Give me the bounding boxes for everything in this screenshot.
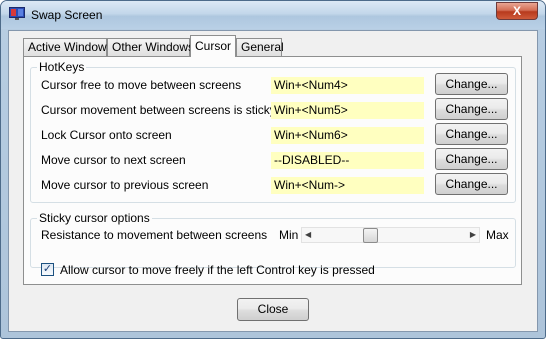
hotkey-field-lock[interactable]: Win+<Num6>	[271, 127, 424, 144]
resistance-slider[interactable]: ◀ ▶	[301, 227, 480, 243]
slider-min-label: Min	[279, 228, 299, 242]
hotkey-label-lock: Lock Cursor onto screen	[41, 128, 172, 142]
hotkey-label-previous-screen: Move cursor to previous screen	[41, 178, 209, 192]
tab-cursor[interactable]: Cursor	[190, 35, 236, 57]
window-title: Swap Screen	[31, 8, 103, 22]
slider-max-label: Max	[486, 228, 509, 242]
hotkey-field-next-screen[interactable]: --DISABLED--	[271, 152, 424, 169]
dialog-client-area: Active Window Other Windows Cursor Gener…	[8, 30, 538, 332]
hotkeys-group-title: HotKeys	[37, 60, 87, 74]
window-close-button[interactable]: X	[496, 2, 538, 20]
change-button-lock[interactable]: Change...	[435, 123, 508, 145]
control-key-checkbox-label[interactable]: Allow cursor to move freely if the left …	[60, 263, 375, 277]
hotkey-label-next-screen: Move cursor to next screen	[41, 153, 186, 167]
hotkey-label-sticky: Cursor movement between screens is stick…	[41, 103, 276, 117]
slider-thumb[interactable]	[363, 228, 378, 243]
swap-screen-window: Swap Screen X Active Window Other Window…	[0, 0, 546, 339]
slider-left-arrow-icon[interactable]: ◀	[305, 231, 311, 239]
close-button[interactable]: Close	[237, 298, 309, 321]
change-button-previous-screen[interactable]: Change...	[435, 173, 508, 195]
monitor-app-icon	[9, 7, 25, 20]
change-button-sticky[interactable]: Change...	[435, 98, 508, 120]
tab-other-windows[interactable]: Other Windows	[107, 38, 194, 57]
hotkey-label-free-move: Cursor free to move between screens	[41, 78, 242, 92]
hotkey-field-previous-screen[interactable]: Win+<Num->	[271, 177, 424, 194]
control-key-checkbox[interactable]: ✓	[41, 263, 54, 276]
cursor-tab-panel: HotKeys Cursor free to move between scre…	[23, 56, 522, 285]
hotkey-field-sticky[interactable]: Win+<Num5>	[271, 102, 424, 119]
tab-general[interactable]: General	[236, 38, 284, 57]
resistance-label: Resistance to movement between screens	[41, 228, 268, 242]
change-button-next-screen[interactable]: Change...	[435, 148, 508, 170]
tab-active-window[interactable]: Active Window	[23, 38, 107, 57]
sticky-group-title: Sticky cursor options	[37, 211, 152, 225]
change-button-free-move[interactable]: Change...	[435, 73, 508, 95]
title-bar[interactable]: Swap Screen X	[1, 1, 545, 29]
sticky-options-group: Sticky cursor options	[30, 211, 516, 268]
hotkey-field-free-move[interactable]: Win+<Num4>	[271, 77, 424, 94]
slider-right-arrow-icon[interactable]: ▶	[470, 231, 476, 239]
